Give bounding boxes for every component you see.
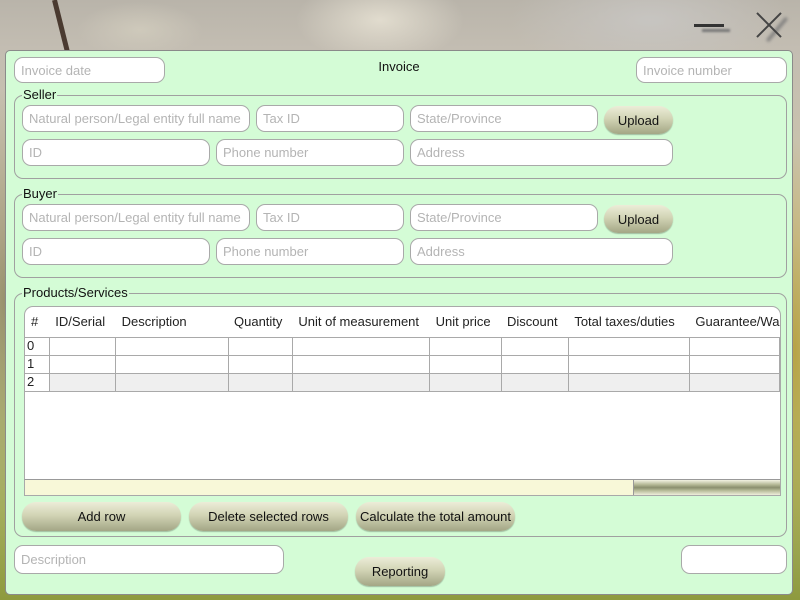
buyer-id-input[interactable]	[22, 238, 210, 265]
column-header-description[interactable]: Description	[116, 307, 228, 337]
seller-full-name-input[interactable]	[22, 105, 250, 132]
table-row[interactable]: 0	[25, 336, 780, 356]
close-button[interactable]	[750, 10, 790, 42]
table-cell[interactable]	[567, 372, 690, 392]
table-header-row: # ID/Serial Description Quantity Unit of…	[25, 307, 780, 337]
table-cell[interactable]	[115, 336, 229, 356]
table-cell[interactable]	[291, 336, 431, 356]
table-cell[interactable]	[429, 354, 502, 374]
column-header-unit-price[interactable]: Unit price	[430, 307, 501, 337]
table-cell[interactable]	[227, 372, 293, 392]
buyer-phone-input[interactable]	[216, 238, 404, 265]
products-group-label: Products/Services	[22, 285, 129, 301]
products-table[interactable]: # ID/Serial Description Quantity Unit of…	[24, 306, 781, 496]
column-header-index[interactable]: #	[25, 307, 49, 337]
table-cell[interactable]	[688, 354, 780, 374]
scrollbar-thumb[interactable]	[633, 480, 780, 495]
seller-phone-input[interactable]	[216, 139, 404, 166]
buyer-tax-id-input[interactable]	[256, 204, 404, 231]
table-cell[interactable]	[688, 336, 780, 356]
table-cell[interactable]	[567, 336, 690, 356]
column-header-quantity[interactable]: Quantity	[228, 307, 292, 337]
seller-address-input[interactable]	[410, 139, 673, 166]
table-cell[interactable]	[48, 372, 117, 392]
calculate-total-button[interactable]: Calculate the total amount	[356, 502, 515, 531]
column-header-unit[interactable]: Unit of measurement	[292, 307, 429, 337]
seller-tax-id-input[interactable]	[256, 105, 404, 132]
buyer-group: Buyer Upload	[14, 186, 787, 278]
seller-state-input[interactable]	[410, 105, 598, 132]
buyer-state-input[interactable]	[410, 204, 598, 231]
table-cell[interactable]	[429, 372, 502, 392]
table-cell[interactable]	[48, 336, 117, 356]
description-input[interactable]	[14, 545, 284, 574]
table-row[interactable]: 2	[25, 372, 780, 392]
column-header-discount[interactable]: Discount	[501, 307, 568, 337]
table-cell[interactable]	[429, 336, 502, 356]
table-cell[interactable]	[115, 354, 229, 374]
table-cell[interactable]	[688, 372, 780, 392]
delete-selected-rows-button[interactable]: Delete selected rows	[189, 502, 348, 531]
row-index[interactable]: 0	[25, 336, 50, 356]
column-header-id-serial[interactable]: ID/Serial	[49, 307, 115, 337]
total-amount-field[interactable]	[681, 545, 787, 574]
table-cell[interactable]	[227, 354, 293, 374]
table-cell[interactable]	[48, 354, 117, 374]
minimize-button[interactable]	[692, 10, 736, 40]
table-cell[interactable]	[567, 354, 690, 374]
buyer-full-name-input[interactable]	[22, 204, 250, 231]
table-cell[interactable]	[500, 372, 569, 392]
table-cell[interactable]	[500, 336, 569, 356]
row-index[interactable]: 2	[25, 372, 50, 392]
horizontal-scrollbar[interactable]	[24, 479, 781, 496]
row-index[interactable]: 1	[25, 354, 50, 374]
table-row[interactable]: 1	[25, 354, 780, 374]
buyer-group-label: Buyer	[22, 186, 58, 202]
table-cell[interactable]	[115, 372, 229, 392]
table-cell[interactable]	[227, 336, 293, 356]
seller-upload-button[interactable]: Upload	[604, 106, 673, 134]
reporting-button[interactable]: Reporting	[355, 557, 445, 586]
seller-group: Seller Upload	[14, 87, 787, 179]
seller-id-input[interactable]	[22, 139, 210, 166]
buyer-address-input[interactable]	[410, 238, 673, 265]
invoice-panel: Invoice Seller Upload Buyer Upload Produ…	[5, 50, 793, 595]
column-header-total-taxes[interactable]: Total taxes/duties	[568, 307, 689, 337]
products-group: Products/Services # ID/Serial Descriptio…	[14, 285, 787, 537]
buyer-upload-button[interactable]: Upload	[604, 205, 673, 233]
table-cell[interactable]	[291, 354, 431, 374]
column-header-guarantee[interactable]: Guarantee/Wa	[689, 307, 779, 337]
table-cell[interactable]	[291, 372, 431, 392]
table-cell[interactable]	[500, 354, 569, 374]
seller-group-label: Seller	[22, 87, 58, 103]
invoice-number-input[interactable]	[636, 57, 787, 83]
add-row-button[interactable]: Add row	[22, 502, 181, 531]
